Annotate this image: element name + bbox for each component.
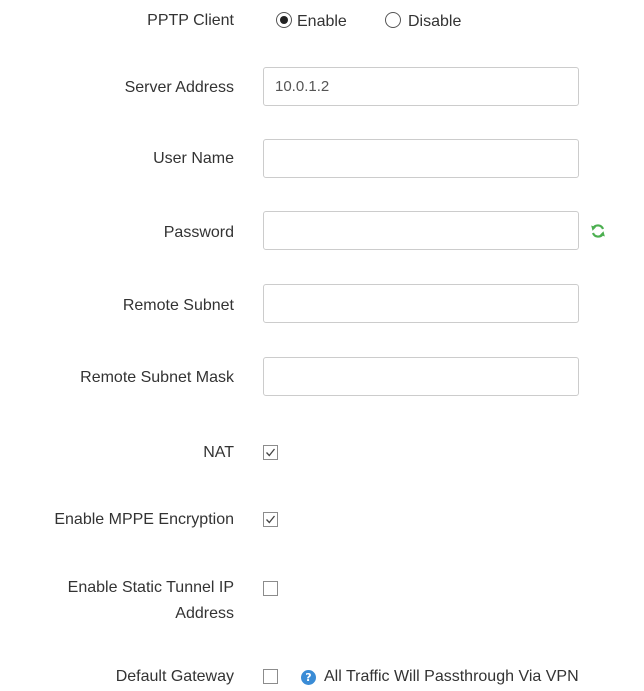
mppe-label: Enable MPPE Encryption bbox=[54, 511, 234, 528]
remote-subnet-mask-input[interactable] bbox=[263, 357, 579, 396]
question-icon[interactable]: ? bbox=[301, 670, 316, 685]
server-address-label: Server Address bbox=[124, 79, 234, 96]
pptp-enable-radio[interactable] bbox=[276, 12, 292, 28]
static-tunnel-label-line2: Address bbox=[175, 605, 234, 622]
user-name-input[interactable] bbox=[263, 139, 579, 178]
pptp-client-label: PPTP Client bbox=[147, 12, 234, 29]
remote-subnet-mask-label: Remote Subnet Mask bbox=[80, 369, 234, 386]
server-address-input[interactable] bbox=[263, 67, 579, 106]
mppe-checkbox[interactable] bbox=[263, 512, 278, 527]
static-tunnel-checkbox[interactable] bbox=[263, 581, 278, 596]
refresh-icon[interactable] bbox=[590, 223, 606, 239]
pptp-disable-label[interactable]: Disable bbox=[408, 12, 461, 32]
user-name-label: User Name bbox=[153, 150, 234, 167]
pptp-enable-label[interactable]: Enable bbox=[297, 12, 347, 32]
password-input[interactable] bbox=[263, 211, 579, 250]
default-gateway-help-text: All Traffic Will Passthrough Via VPN bbox=[324, 668, 579, 685]
password-label: Password bbox=[163, 224, 234, 241]
default-gateway-label: Default Gateway bbox=[115, 668, 234, 685]
static-tunnel-label-line1: Enable Static Tunnel IP bbox=[67, 579, 234, 596]
nat-label: NAT bbox=[203, 444, 234, 461]
remote-subnet-input[interactable] bbox=[263, 284, 579, 323]
pptp-disable-radio[interactable] bbox=[385, 12, 401, 28]
default-gateway-checkbox[interactable] bbox=[263, 669, 278, 684]
remote-subnet-label: Remote Subnet bbox=[122, 297, 234, 314]
nat-checkbox[interactable] bbox=[263, 445, 278, 460]
